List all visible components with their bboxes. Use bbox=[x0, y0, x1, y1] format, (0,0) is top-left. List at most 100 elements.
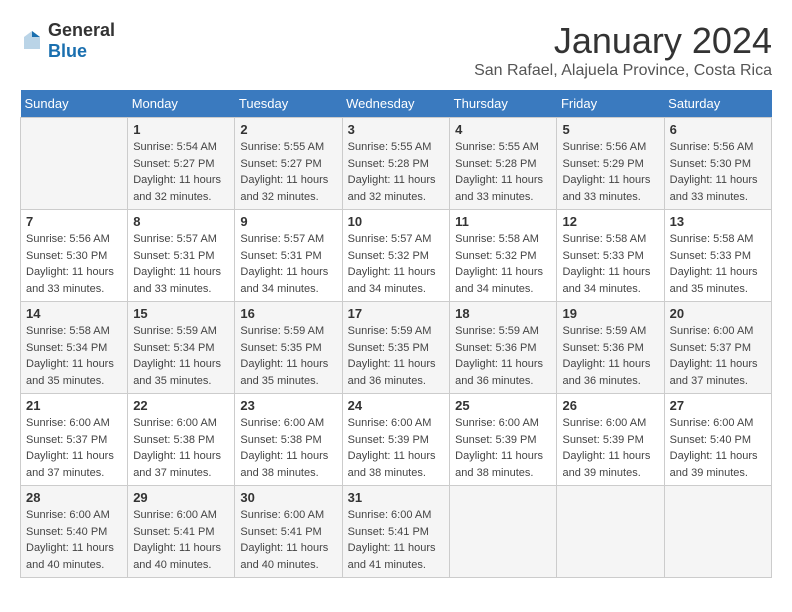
day-info: Sunrise: 6:00 AM Sunset: 5:41 PM Dayligh… bbox=[133, 507, 229, 573]
sunrise: Sunrise: 5:55 AM bbox=[455, 141, 539, 153]
sunset: Sunset: 5:27 PM bbox=[133, 158, 214, 170]
day-info: Sunrise: 5:58 AM Sunset: 5:33 PM Dayligh… bbox=[670, 231, 766, 297]
day-number: 26 bbox=[562, 398, 658, 413]
day-number: 7 bbox=[26, 214, 122, 229]
day-cell: 25 Sunrise: 6:00 AM Sunset: 5:39 PM Dayl… bbox=[450, 394, 557, 486]
sunrise: Sunrise: 5:56 AM bbox=[670, 141, 754, 153]
daylight: Daylight: 11 hours and 40 minutes. bbox=[240, 542, 328, 571]
day-number: 20 bbox=[670, 306, 766, 321]
day-cell: 5 Sunrise: 5:56 AM Sunset: 5:29 PM Dayli… bbox=[557, 118, 664, 210]
sunrise: Sunrise: 5:55 AM bbox=[348, 141, 432, 153]
sunset: Sunset: 5:35 PM bbox=[348, 342, 429, 354]
sunset: Sunset: 5:29 PM bbox=[562, 158, 643, 170]
sunset: Sunset: 5:30 PM bbox=[26, 250, 107, 262]
day-number: 30 bbox=[240, 490, 336, 505]
sunset: Sunset: 5:28 PM bbox=[348, 158, 429, 170]
day-cell: 13 Sunrise: 5:58 AM Sunset: 5:33 PM Dayl… bbox=[664, 210, 771, 302]
sunrise: Sunrise: 6:00 AM bbox=[670, 417, 754, 429]
day-number: 11 bbox=[455, 214, 551, 229]
day-cell bbox=[557, 486, 664, 578]
daylight: Daylight: 11 hours and 38 minutes. bbox=[240, 450, 328, 479]
sunset: Sunset: 5:38 PM bbox=[133, 434, 214, 446]
day-cell: 29 Sunrise: 6:00 AM Sunset: 5:41 PM Dayl… bbox=[128, 486, 235, 578]
day-info: Sunrise: 6:00 AM Sunset: 5:37 PM Dayligh… bbox=[670, 323, 766, 389]
sunset: Sunset: 5:37 PM bbox=[26, 434, 107, 446]
daylight: Daylight: 11 hours and 35 minutes. bbox=[240, 358, 328, 387]
header-cell-monday: Monday bbox=[128, 90, 235, 118]
day-number: 1 bbox=[133, 122, 229, 137]
daylight: Daylight: 11 hours and 35 minutes. bbox=[26, 358, 114, 387]
day-cell: 11 Sunrise: 5:58 AM Sunset: 5:32 PM Dayl… bbox=[450, 210, 557, 302]
day-cell: 27 Sunrise: 6:00 AM Sunset: 5:40 PM Dayl… bbox=[664, 394, 771, 486]
sunrise: Sunrise: 6:00 AM bbox=[26, 509, 110, 521]
daylight: Daylight: 11 hours and 35 minutes. bbox=[133, 358, 221, 387]
sunrise: Sunrise: 6:00 AM bbox=[26, 417, 110, 429]
day-cell: 24 Sunrise: 6:00 AM Sunset: 5:39 PM Dayl… bbox=[342, 394, 450, 486]
daylight: Daylight: 11 hours and 33 minutes. bbox=[670, 174, 758, 203]
sunrise: Sunrise: 5:57 AM bbox=[240, 233, 324, 245]
daylight: Daylight: 11 hours and 32 minutes. bbox=[348, 174, 436, 203]
day-info: Sunrise: 6:00 AM Sunset: 5:38 PM Dayligh… bbox=[240, 415, 336, 481]
sunrise: Sunrise: 6:00 AM bbox=[455, 417, 539, 429]
header: General Blue January 2024 San Rafael, Al… bbox=[20, 20, 772, 80]
header-cell-sunday: Sunday bbox=[21, 90, 128, 118]
day-number: 5 bbox=[562, 122, 658, 137]
day-info: Sunrise: 5:59 AM Sunset: 5:36 PM Dayligh… bbox=[455, 323, 551, 389]
day-info: Sunrise: 6:00 AM Sunset: 5:37 PM Dayligh… bbox=[26, 415, 122, 481]
daylight: Daylight: 11 hours and 34 minutes. bbox=[562, 266, 650, 295]
sunset: Sunset: 5:41 PM bbox=[348, 526, 429, 538]
day-info: Sunrise: 5:54 AM Sunset: 5:27 PM Dayligh… bbox=[133, 139, 229, 205]
day-info: Sunrise: 5:57 AM Sunset: 5:31 PM Dayligh… bbox=[133, 231, 229, 297]
day-number: 29 bbox=[133, 490, 229, 505]
day-number: 9 bbox=[240, 214, 336, 229]
sunset: Sunset: 5:36 PM bbox=[455, 342, 536, 354]
day-number: 8 bbox=[133, 214, 229, 229]
day-info: Sunrise: 6:00 AM Sunset: 5:39 PM Dayligh… bbox=[455, 415, 551, 481]
sunset: Sunset: 5:40 PM bbox=[26, 526, 107, 538]
day-number: 19 bbox=[562, 306, 658, 321]
day-cell: 22 Sunrise: 6:00 AM Sunset: 5:38 PM Dayl… bbox=[128, 394, 235, 486]
day-info: Sunrise: 6:00 AM Sunset: 5:40 PM Dayligh… bbox=[670, 415, 766, 481]
daylight: Daylight: 11 hours and 33 minutes. bbox=[455, 174, 543, 203]
day-number: 27 bbox=[670, 398, 766, 413]
day-info: Sunrise: 5:56 AM Sunset: 5:29 PM Dayligh… bbox=[562, 139, 658, 205]
sunset: Sunset: 5:32 PM bbox=[455, 250, 536, 262]
day-cell: 4 Sunrise: 5:55 AM Sunset: 5:28 PM Dayli… bbox=[450, 118, 557, 210]
sunrise: Sunrise: 5:57 AM bbox=[348, 233, 432, 245]
day-info: Sunrise: 6:00 AM Sunset: 5:41 PM Dayligh… bbox=[240, 507, 336, 573]
day-info: Sunrise: 5:57 AM Sunset: 5:32 PM Dayligh… bbox=[348, 231, 445, 297]
sunset: Sunset: 5:31 PM bbox=[240, 250, 321, 262]
day-cell: 31 Sunrise: 6:00 AM Sunset: 5:41 PM Dayl… bbox=[342, 486, 450, 578]
day-number: 22 bbox=[133, 398, 229, 413]
sunset: Sunset: 5:33 PM bbox=[670, 250, 751, 262]
day-cell: 28 Sunrise: 6:00 AM Sunset: 5:40 PM Dayl… bbox=[21, 486, 128, 578]
day-info: Sunrise: 5:55 AM Sunset: 5:28 PM Dayligh… bbox=[348, 139, 445, 205]
day-number: 3 bbox=[348, 122, 445, 137]
day-info: Sunrise: 5:59 AM Sunset: 5:35 PM Dayligh… bbox=[348, 323, 445, 389]
sunset: Sunset: 5:34 PM bbox=[133, 342, 214, 354]
day-number: 4 bbox=[455, 122, 551, 137]
sunrise: Sunrise: 6:00 AM bbox=[348, 417, 432, 429]
calendar-table: SundayMondayTuesdayWednesdayThursdayFrid… bbox=[20, 90, 772, 578]
sunrise: Sunrise: 5:58 AM bbox=[562, 233, 646, 245]
sunset: Sunset: 5:39 PM bbox=[455, 434, 536, 446]
sunrise: Sunrise: 5:59 AM bbox=[240, 325, 324, 337]
day-number: 13 bbox=[670, 214, 766, 229]
week-row-1: 1 Sunrise: 5:54 AM Sunset: 5:27 PM Dayli… bbox=[21, 118, 772, 210]
day-cell: 17 Sunrise: 5:59 AM Sunset: 5:35 PM Dayl… bbox=[342, 302, 450, 394]
daylight: Daylight: 11 hours and 35 minutes. bbox=[670, 266, 758, 295]
sunrise: Sunrise: 5:58 AM bbox=[670, 233, 754, 245]
sunrise: Sunrise: 5:56 AM bbox=[562, 141, 646, 153]
day-number: 24 bbox=[348, 398, 445, 413]
sunrise: Sunrise: 5:59 AM bbox=[562, 325, 646, 337]
daylight: Daylight: 11 hours and 32 minutes. bbox=[133, 174, 221, 203]
day-cell: 16 Sunrise: 5:59 AM Sunset: 5:35 PM Dayl… bbox=[235, 302, 342, 394]
day-number: 15 bbox=[133, 306, 229, 321]
sunrise: Sunrise: 5:54 AM bbox=[133, 141, 217, 153]
day-info: Sunrise: 5:57 AM Sunset: 5:31 PM Dayligh… bbox=[240, 231, 336, 297]
sunset: Sunset: 5:37 PM bbox=[670, 342, 751, 354]
day-info: Sunrise: 5:59 AM Sunset: 5:34 PM Dayligh… bbox=[133, 323, 229, 389]
day-number: 28 bbox=[26, 490, 122, 505]
day-cell: 8 Sunrise: 5:57 AM Sunset: 5:31 PM Dayli… bbox=[128, 210, 235, 302]
sunrise: Sunrise: 6:00 AM bbox=[670, 325, 754, 337]
